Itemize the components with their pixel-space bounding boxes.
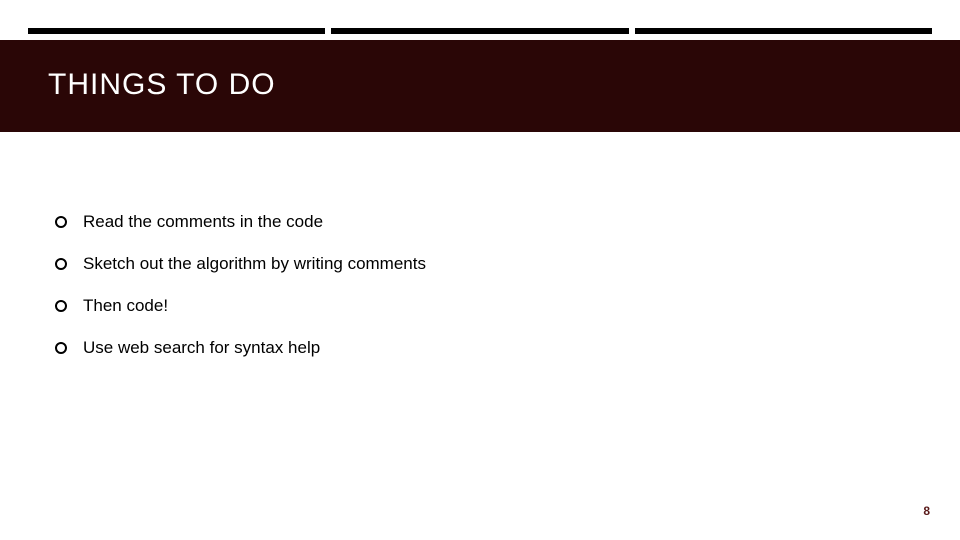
circle-bullet-icon bbox=[55, 300, 67, 312]
circle-bullet-icon bbox=[55, 216, 67, 228]
list-item-text: Sketch out the algorithm by writing comm… bbox=[83, 254, 426, 274]
list-item: Use web search for syntax help bbox=[55, 338, 960, 358]
list-item: Then code! bbox=[55, 296, 960, 316]
list-item-text: Then code! bbox=[83, 296, 168, 316]
accent-bar bbox=[635, 28, 932, 34]
list-item: Read the comments in the code bbox=[55, 212, 960, 232]
accent-bar bbox=[28, 28, 325, 34]
content-area: Read the comments in the code Sketch out… bbox=[0, 132, 960, 358]
list-item-text: Read the comments in the code bbox=[83, 212, 323, 232]
list-item: Sketch out the algorithm by writing comm… bbox=[55, 254, 960, 274]
list-item-text: Use web search for syntax help bbox=[83, 338, 320, 358]
title-band: THINGS TO DO bbox=[0, 40, 960, 132]
circle-bullet-icon bbox=[55, 342, 67, 354]
top-accent-bars bbox=[0, 0, 960, 34]
accent-bar bbox=[331, 28, 628, 34]
page-number: 8 bbox=[923, 504, 930, 518]
circle-bullet-icon bbox=[55, 258, 67, 270]
page-title: THINGS TO DO bbox=[48, 68, 912, 102]
